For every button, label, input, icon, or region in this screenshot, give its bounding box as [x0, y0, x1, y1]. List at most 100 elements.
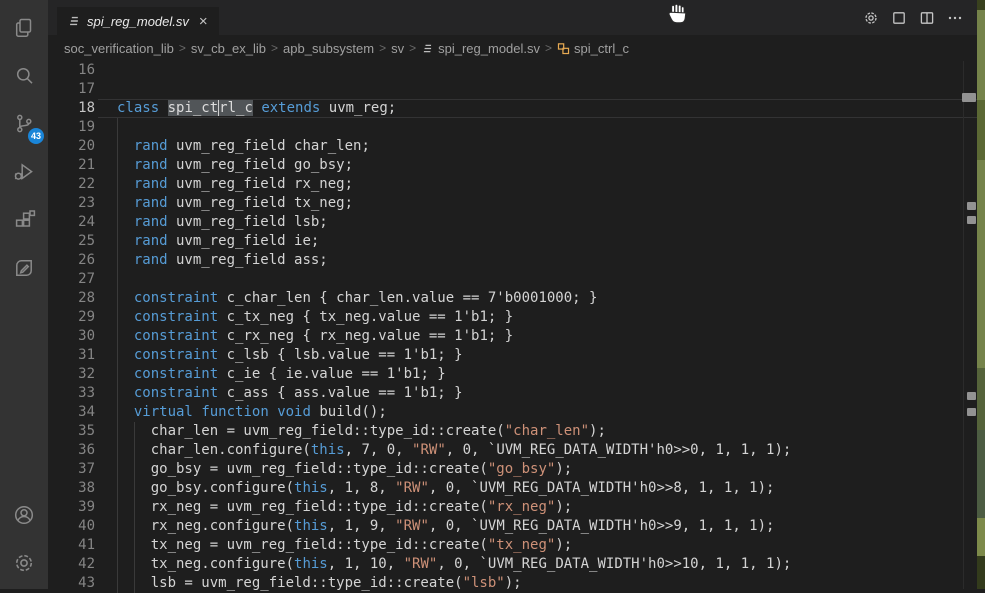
- code-row-20[interactable]: 20 rand uvm_reg_field char_len;: [48, 137, 977, 156]
- activity-accounts[interactable]: [0, 491, 48, 539]
- code-row-16[interactable]: 16: [48, 61, 977, 80]
- code-row-41[interactable]: 41 tx_neg = uvm_reg_field::type_id::crea…: [48, 536, 977, 555]
- code-row-37[interactable]: 37 go_bsy = uvm_reg_field::type_id::crea…: [48, 460, 977, 479]
- line-number[interactable]: 31: [48, 346, 98, 365]
- line-number[interactable]: 38: [48, 479, 98, 498]
- line-number[interactable]: 39: [48, 498, 98, 517]
- line-number[interactable]: 30: [48, 327, 98, 346]
- code-row-18[interactable]: 18class spi_ctrl_c extends uvm_reg;: [48, 99, 977, 118]
- code-token: uvm_reg_field tx_neg;: [168, 195, 353, 211]
- line-number[interactable]: 34: [48, 403, 98, 422]
- code-row-31[interactable]: 31 constraint c_lsb { lsb.value == 1'b1;…: [48, 346, 977, 365]
- line-number[interactable]: 32: [48, 365, 98, 384]
- code-token: c_char_len { char_len.value == 7'b000100…: [218, 290, 597, 306]
- code-row-17[interactable]: 17: [48, 80, 977, 99]
- breadcrumb-item-sv[interactable]: sv: [391, 41, 404, 56]
- line-number[interactable]: 28: [48, 289, 98, 308]
- activity-explorer[interactable]: [0, 4, 48, 52]
- code-token: c_lsb { lsb.value == 1'b1; }: [218, 347, 462, 363]
- code-row-25[interactable]: 25 rand uvm_reg_field ie;: [48, 232, 977, 251]
- code-token: , 7, 0,: [345, 442, 412, 458]
- code-line: [98, 80, 977, 99]
- breadcrumb-item-apb-subsystem[interactable]: apb_subsystem: [283, 41, 374, 56]
- line-number[interactable]: 29: [48, 308, 98, 327]
- tab-spi-reg-model[interactable]: spi_reg_model.sv ×: [57, 7, 219, 35]
- line-number[interactable]: 42: [48, 555, 98, 574]
- code-row-36[interactable]: 36 char_len.configure(this, 7, 0, "RW", …: [48, 441, 977, 460]
- indent-guide: [117, 498, 118, 517]
- line-number[interactable]: 21: [48, 156, 98, 175]
- line-number[interactable]: 41: [48, 536, 98, 555]
- code-row-33[interactable]: 33 constraint c_ass { ass.value == 1'b1;…: [48, 384, 977, 403]
- code-row-26[interactable]: 26 rand uvm_reg_field ass;: [48, 251, 977, 270]
- line-number[interactable]: 16: [48, 61, 98, 80]
- code-row-30[interactable]: 30 constraint c_rx_neg { rx_neg.value ==…: [48, 327, 977, 346]
- activity-search[interactable]: [0, 52, 48, 100]
- split-editor-icon[interactable]: [919, 10, 935, 26]
- code-row-19[interactable]: 19: [48, 118, 977, 137]
- activity-run-and-debug[interactable]: [0, 148, 48, 196]
- line-number[interactable]: 33: [48, 384, 98, 403]
- code-row-22[interactable]: 22 rand uvm_reg_field rx_neg;: [48, 175, 977, 194]
- line-number[interactable]: 27: [48, 270, 98, 289]
- activity-editor-tool[interactable]: [0, 244, 48, 292]
- activity-manage[interactable]: [0, 539, 48, 587]
- breadcrumb-separator: >: [540, 41, 557, 55]
- line-number[interactable]: 25: [48, 232, 98, 251]
- code-row-29[interactable]: 29 constraint c_tx_neg { tx_neg.value ==…: [48, 308, 977, 327]
- breadcrumb-item-soc-verification-lib[interactable]: soc_verification_lib: [64, 41, 174, 56]
- close-icon[interactable]: ×: [199, 14, 208, 29]
- code-editor[interactable]: 161718class spi_ctrl_c extends uvm_reg;1…: [48, 61, 977, 589]
- code-row-23[interactable]: 23 rand uvm_reg_field tx_neg;: [48, 194, 977, 213]
- code-row-35[interactable]: 35 char_len = uvm_reg_field::type_id::cr…: [48, 422, 977, 441]
- vscode-window: 43 spi_reg_model.sv × soc_verification_l…: [0, 0, 985, 589]
- breadcrumb-item-sv-cb-ex-lib[interactable]: sv_cb_ex_lib: [191, 41, 266, 56]
- code-line: constraint c_ie { ie.value == 1'b1; }: [98, 365, 977, 384]
- code-row-27[interactable]: 27: [48, 270, 977, 289]
- code-token: c_tx_neg { tx_neg.value == 1'b1; }: [218, 309, 513, 325]
- editor-group: spi_reg_model.sv × soc_verification_lib >…: [48, 0, 977, 589]
- line-number[interactable]: 40: [48, 517, 98, 536]
- breadcrumb-item-spi-ctrl-c[interactable]: spi_ctrl_c: [557, 41, 629, 56]
- code-token: class: [117, 100, 159, 116]
- code-row-38[interactable]: 38 go_bsy.configure(this, 1, 8, "RW", 0,…: [48, 479, 977, 498]
- line-number[interactable]: 43: [48, 574, 98, 593]
- indent-guide: [117, 251, 118, 270]
- code-line: constraint c_lsb { lsb.value == 1'b1; }: [98, 346, 977, 365]
- line-number[interactable]: 17: [48, 80, 98, 99]
- code-line: constraint c_tx_neg { tx_neg.value == 1'…: [98, 308, 977, 327]
- line-number[interactable]: 37: [48, 460, 98, 479]
- breadcrumb-item-spi-reg-model-sv[interactable]: spi_reg_model.sv: [421, 41, 540, 56]
- line-number[interactable]: 35: [48, 422, 98, 441]
- line-number[interactable]: 22: [48, 175, 98, 194]
- code-row-40[interactable]: 40 rx_neg.configure(this, 1, 9, "RW", 0,…: [48, 517, 977, 536]
- editor-actions: [863, 0, 963, 35]
- code-row-28[interactable]: 28 constraint c_char_len { char_len.valu…: [48, 289, 977, 308]
- line-number[interactable]: 19: [48, 118, 98, 137]
- code-row-24[interactable]: 24 rand uvm_reg_field lsb;: [48, 213, 977, 232]
- line-number[interactable]: 26: [48, 251, 98, 270]
- code-row-39[interactable]: 39 rx_neg = uvm_reg_field::type_id::crea…: [48, 498, 977, 517]
- line-number[interactable]: 36: [48, 441, 98, 460]
- code-token: rx_neg = uvm_reg_field::type_id::create(: [117, 499, 488, 515]
- more-actions-icon[interactable]: [947, 10, 963, 26]
- line-number[interactable]: 18: [48, 99, 98, 118]
- code-token: );: [555, 499, 572, 515]
- code-row-42[interactable]: 42 tx_neg.configure(this, 1, 10, "RW", 0…: [48, 555, 977, 574]
- line-number[interactable]: 23: [48, 194, 98, 213]
- code-token: uvm_reg_field rx_neg;: [168, 176, 353, 192]
- editor-settings-icon[interactable]: [863, 10, 879, 26]
- code-row-43[interactable]: 43 lsb = uvm_reg_field::type_id::create(…: [48, 574, 977, 593]
- line-number[interactable]: 20: [48, 137, 98, 156]
- scm-badge: 43: [28, 128, 44, 144]
- code-row-32[interactable]: 32 constraint c_ie { ie.value == 1'b1; }: [48, 365, 977, 384]
- activity-source-control[interactable]: 43: [0, 100, 48, 148]
- code-row-34[interactable]: 34 virtual function void build();: [48, 403, 977, 422]
- code-row-21[interactable]: 21 rand uvm_reg_field go_bsy;: [48, 156, 977, 175]
- line-number[interactable]: 24: [48, 213, 98, 232]
- code-token: "RW": [395, 518, 429, 534]
- indent-guide: [117, 479, 118, 498]
- breadcrumb-separator: >: [374, 41, 391, 55]
- customize-layout-icon[interactable]: [891, 10, 907, 26]
- activity-extensions[interactable]: [0, 196, 48, 244]
